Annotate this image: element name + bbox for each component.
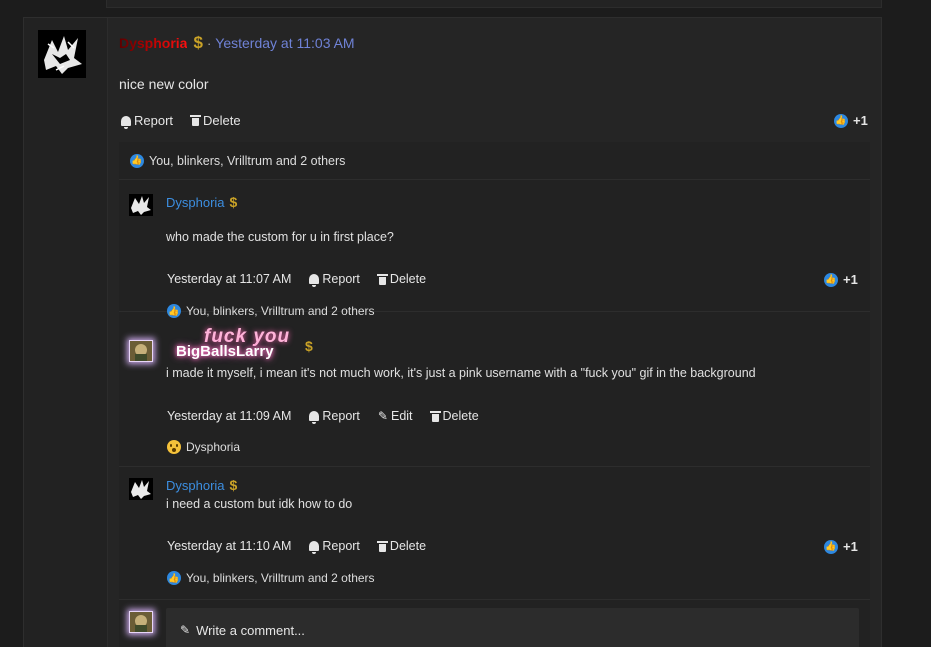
wow-emoji-icon <box>167 440 181 454</box>
bell-icon <box>309 541 320 554</box>
comment-author: Dysphoria $ <box>166 194 237 210</box>
thumbs-up-icon: 👍 <box>824 272 838 287</box>
trash-icon <box>376 540 388 552</box>
report-button[interactable]: Report <box>309 272 360 287</box>
thumbs-up-icon: 👍 <box>824 539 838 554</box>
pencil-icon: ✎ <box>377 409 388 423</box>
delete-label: Delete <box>442 409 479 423</box>
post-body: nice new color <box>119 76 209 92</box>
report-label: Report <box>322 539 360 553</box>
avatar[interactable] <box>129 478 153 500</box>
report-button[interactable]: Report <box>121 113 174 129</box>
username-banner: fuck you <box>204 326 291 347</box>
dollar-badge-icon: $ <box>229 194 238 210</box>
comment-text: who made the custom for u in first place… <box>166 230 394 244</box>
reactions-summary[interactable]: 👍 You, blinkers, Vrilltrum and 2 others <box>167 304 375 318</box>
reactions-text: You, blinkers, Vrilltrum and 2 others <box>186 304 375 318</box>
comment-item: fuck you BigBallsLarry $ i made it mysel… <box>119 326 870 467</box>
thumbs-up-icon: 👍 <box>167 304 181 318</box>
delete-button[interactable]: Delete <box>376 539 427 553</box>
post-actions: Report Delete <box>121 113 241 129</box>
comment-actions: Yesterday at 11:07 AM Report Delete <box>167 272 427 287</box>
delete-label: Delete <box>389 539 427 553</box>
previous-post-edge <box>106 0 882 8</box>
comment-placeholder: Write a comment... <box>196 622 305 638</box>
comment-timestamp[interactable]: Yesterday at 11:09 AM <box>167 409 291 423</box>
post-username[interactable]: Dysphoria <box>119 35 187 51</box>
reactions-text: You, blinkers, Vrilltrum and 2 others <box>149 153 346 168</box>
reactions-summary[interactable]: Dysphoria <box>167 440 240 454</box>
reactions-text: You, blinkers, Vrilltrum and 2 others <box>186 571 375 585</box>
comment-username[interactable]: Dysphoria <box>166 478 225 493</box>
profile-post: Dysphoria $ · Yesterday at 11:03 AM nice… <box>23 17 882 647</box>
comment-author: fuck you BigBallsLarry <box>176 326 326 366</box>
reactions-text: Dysphoria <box>186 440 241 454</box>
comment-composer: ✎ Write a comment... <box>119 600 870 647</box>
comment-timestamp[interactable]: Yesterday at 11:10 AM <box>167 539 291 553</box>
reactions-summary[interactable]: 👍 You, blinkers, Vrilltrum and 2 others <box>119 142 870 180</box>
avatar[interactable] <box>38 30 86 78</box>
comment-item: Dysphoria $ i need a custom but idk how … <box>119 467 870 600</box>
delete-label: Delete <box>389 272 427 286</box>
report-button[interactable]: Report <box>309 539 360 554</box>
comment-author: Dysphoria $ <box>166 477 237 493</box>
thumbs-up-icon: 👍 <box>130 153 144 168</box>
delete-button[interactable]: Delete <box>429 409 479 423</box>
like-count: +1 <box>843 539 858 554</box>
edit-label: Edit <box>390 409 413 423</box>
dollar-badge-icon: $ <box>229 477 238 493</box>
comment-actions: Yesterday at 11:10 AM Report Delete <box>167 539 427 554</box>
comment-actions: Yesterday at 11:09 AM Report ✎ Edit Dele… <box>167 409 479 424</box>
report-label: Report <box>322 409 360 423</box>
post-header: Dysphoria $ · Yesterday at 11:03 AM <box>119 33 355 53</box>
like-count: +1 <box>853 113 868 128</box>
comment-text: i need a custom but idk how to do <box>166 497 353 511</box>
report-label: Report <box>322 272 360 286</box>
trash-icon <box>190 115 202 126</box>
report-label: Report <box>134 113 174 128</box>
comment-input[interactable]: ✎ Write a comment... <box>166 608 859 647</box>
like-count: +1 <box>843 272 858 287</box>
post-timestamp[interactable]: Yesterday at 11:03 AM <box>215 35 354 51</box>
avatar[interactable] <box>129 611 153 633</box>
comments-list: Dysphoria $ who made the custom for u in… <box>119 180 870 647</box>
delete-label: Delete <box>203 113 241 128</box>
like-button[interactable]: 👍 +1 <box>824 272 858 287</box>
separator: · <box>206 35 212 51</box>
delete-button[interactable]: Delete <box>376 272 427 286</box>
post-avatar-column <box>24 18 108 647</box>
comment-text: i made it myself, i mean it's not much w… <box>166 366 756 380</box>
trash-icon <box>429 410 441 422</box>
bell-icon <box>121 115 131 129</box>
page: Dysphoria $ · Yesterday at 11:03 AM nice… <box>0 0 931 647</box>
pencil-icon: ✎ <box>180 623 191 637</box>
trash-icon <box>376 273 388 285</box>
bell-icon <box>309 274 320 287</box>
dollar-badge-icon: $ <box>193 33 203 52</box>
comment-item: Dysphoria $ who made the custom for u in… <box>119 180 870 318</box>
thumbs-up-icon: 👍 <box>834 113 848 128</box>
like-button[interactable]: 👍 +1 <box>824 539 858 554</box>
like-button[interactable]: 👍 +1 <box>834 113 868 128</box>
thumbs-up-icon: 👍 <box>167 571 181 585</box>
report-button[interactable]: Report <box>309 409 360 424</box>
dollar-badge-icon: $ <box>305 338 313 354</box>
avatar[interactable] <box>129 340 153 362</box>
avatar[interactable] <box>129 194 153 216</box>
comment-username[interactable]: BigBallsLarry <box>176 343 274 360</box>
comment-timestamp[interactable]: Yesterday at 11:07 AM <box>167 272 291 286</box>
reactions-summary[interactable]: 👍 You, blinkers, Vrilltrum and 2 others <box>167 571 375 585</box>
bell-icon <box>309 411 320 424</box>
edit-button[interactable]: ✎ Edit <box>378 409 413 423</box>
delete-button[interactable]: Delete <box>190 113 241 128</box>
comment-username[interactable]: Dysphoria <box>166 195 225 210</box>
